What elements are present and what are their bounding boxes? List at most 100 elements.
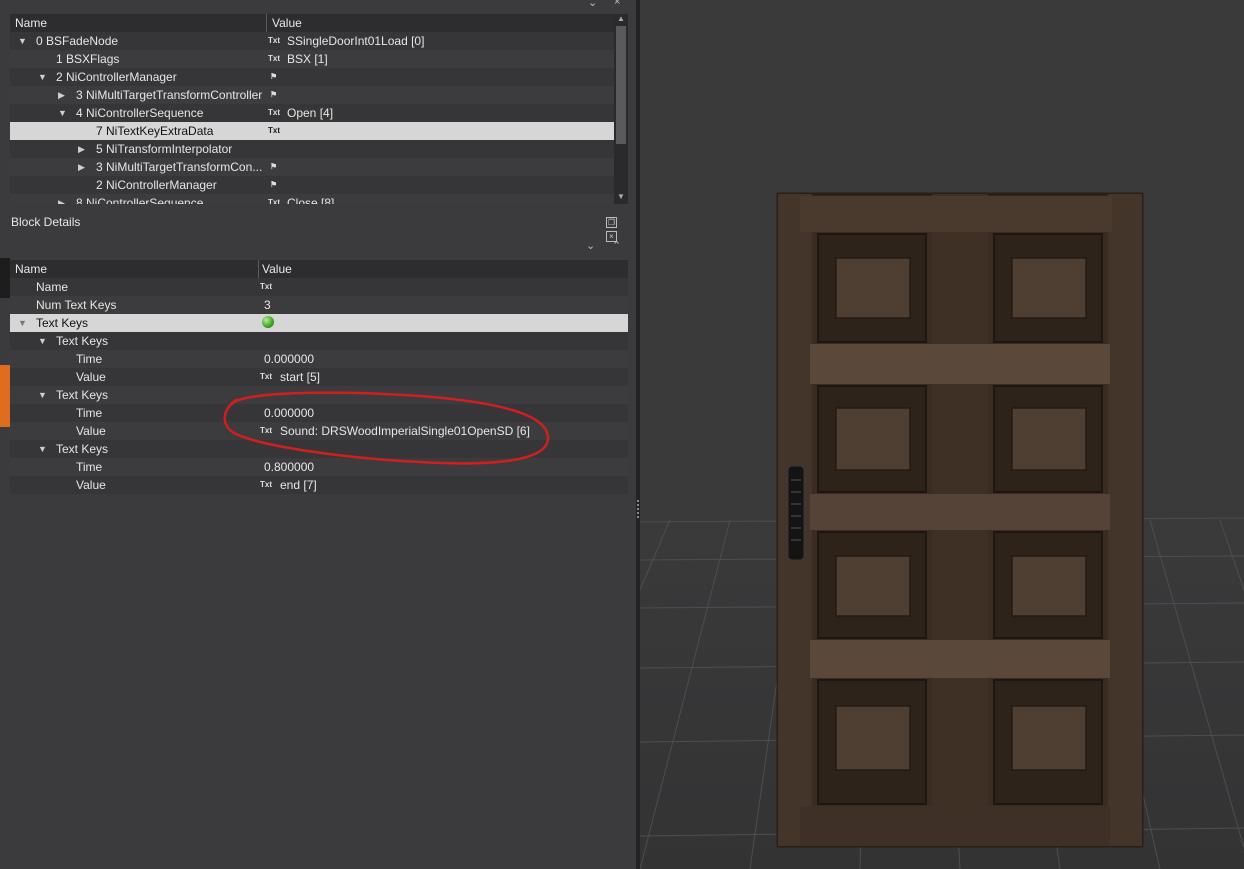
tree-row-value: Open [4] — [287, 106, 334, 120]
text-icon: Txt — [268, 108, 280, 117]
detail-row[interactable]: Value Txt end [7] — [10, 476, 628, 494]
detail-row[interactable]: Value Txt Sound: DRSWoodImperialSingle01… — [10, 422, 628, 440]
column-separator[interactable] — [266, 14, 267, 32]
door-model[interactable] — [776, 192, 1144, 848]
detail-value[interactable]: 0.000000 — [264, 404, 314, 422]
collapse-arrow-icon[interactable]: ▶ — [78, 140, 85, 158]
tree-row-value: SSingleDoorInt01Load [0] — [287, 34, 425, 48]
expand-arrow-icon[interactable]: ▼ — [18, 32, 27, 50]
detail-row[interactable]: ▼ Text Keys — [10, 386, 628, 404]
detail-value[interactable]: start [5] — [280, 368, 320, 386]
tree-header-name[interactable]: Name — [15, 16, 47, 30]
detail-label: Time — [76, 352, 103, 366]
detail-row[interactable]: Value Txt start [5] — [10, 368, 628, 386]
tree-row-label: 7 NiTextKeyExtraData — [96, 124, 214, 138]
text-icon: Txt — [260, 372, 272, 381]
dock-controls: ❐× — [606, 214, 630, 242]
collapse-arrow-icon[interactable]: ▶ — [78, 158, 85, 176]
chevron-down-icon[interactable]: ⌄ — [588, 0, 597, 9]
detail-row-selected[interactable]: ▼ Text Keys — [10, 314, 628, 332]
detail-value[interactable]: Sound: DRSWoodImperialSingle01OpenSD [6] — [280, 422, 530, 440]
detail-label: Value — [76, 424, 106, 438]
block-details-title: Block Details — [11, 215, 81, 229]
block-details-table: Name Txt Num Text Keys 3 ▼ Text Keys ▼ T… — [10, 278, 628, 494]
tree-row-selected[interactable]: 7 NiTextKeyExtraData Txt — [10, 122, 614, 140]
flag-icon: ⚑ — [270, 90, 278, 99]
edge-accent — [0, 365, 10, 427]
tree-row[interactable]: ▼ 0 BSFadeNode Txt SSingleDoorInt01Load … — [10, 32, 614, 50]
detail-row[interactable]: Name Txt — [10, 278, 628, 296]
tree-header: Name Value — [10, 14, 614, 33]
tree-row-label: 3 NiMultiTargetTransformController — [76, 88, 263, 102]
detail-value[interactable]: 3 — [264, 296, 271, 314]
detail-row[interactable]: ▼ Text Keys — [10, 332, 628, 350]
tree-row-label: 2 NiControllerManager — [96, 178, 217, 192]
detail-value[interactable]: end [7] — [280, 476, 317, 494]
detail-label: Text Keys — [36, 316, 89, 330]
tree-header-value[interactable]: Value — [272, 16, 302, 30]
expand-arrow-icon[interactable]: ▼ — [38, 440, 47, 458]
collapse-arrow-icon[interactable]: ▶ — [58, 194, 65, 204]
tree-row-value: BSX [1] — [287, 52, 328, 66]
close-icon[interactable]: × — [614, 0, 620, 8]
expand-arrow-icon[interactable]: ▼ — [38, 386, 47, 404]
tree-row[interactable]: ▶ 5 NiTransformInterpolator — [10, 140, 614, 158]
text-icon: Txt — [268, 54, 280, 63]
tree-row-label: 2 NiControllerManager — [56, 70, 177, 84]
tree-row[interactable]: ▶ 3 NiMultiTargetTransformController ⚑ — [10, 86, 614, 104]
details-header-name[interactable]: Name — [15, 262, 47, 276]
flag-icon: ⚑ — [270, 72, 278, 81]
detail-row[interactable]: Time 0.000000 — [10, 404, 628, 422]
tree-row[interactable]: 2 NiControllerManager ⚑ — [10, 176, 614, 194]
block-tree: ▼ 0 BSFadeNode Txt SSingleDoorInt01Load … — [10, 32, 614, 204]
detail-row[interactable]: Time 0.000000 — [10, 350, 628, 368]
detail-row[interactable]: ▼ Text Keys — [10, 440, 628, 458]
tree-row[interactable]: ▼ 4 NiControllerSequence Txt Open [4] — [10, 104, 614, 122]
tree-row[interactable]: ▶ 3 NiMultiTargetTransformCon... ⚑ — [10, 158, 614, 176]
expand-arrow-icon[interactable]: ▼ — [38, 68, 47, 86]
detail-label: Text Keys — [56, 442, 109, 456]
window-controls: ⌄ × — [580, 0, 630, 9]
tree-row-label: 1 BSXFlags — [56, 52, 120, 66]
expand-arrow-icon[interactable]: ▼ — [58, 104, 67, 122]
text-icon: Txt — [260, 480, 272, 489]
float-icon[interactable]: ❐ — [606, 217, 617, 228]
viewport-scene — [640, 192, 1244, 869]
detail-label: Name — [36, 280, 69, 294]
text-icon: Txt — [268, 36, 280, 45]
detail-row[interactable]: Num Text Keys 3 — [10, 296, 628, 314]
text-icon: Txt — [260, 282, 272, 291]
details-header-value[interactable]: Value — [262, 262, 292, 276]
splitter-grip[interactable] — [637, 500, 639, 518]
nif-editor-pane: ⌄ × Name Value ▼ 0 BSFadeNode Txt SSingl… — [0, 0, 636, 869]
text-icon: Txt — [268, 126, 280, 135]
detail-label: Text Keys — [56, 334, 109, 348]
detail-value[interactable]: 0.800000 — [264, 458, 314, 476]
details-header: Name Value — [10, 260, 628, 279]
tree-row-label: 8 NiControllerSequence — [76, 196, 204, 204]
3d-viewport[interactable] — [640, 0, 1244, 869]
detail-label: Value — [76, 370, 106, 384]
detail-value[interactable]: 0.000000 — [264, 350, 314, 368]
scroll-up-icon[interactable]: ▲ — [616, 14, 626, 24]
scrollbar-thumb[interactable] — [616, 26, 626, 144]
text-icon: Txt — [268, 198, 280, 204]
tree-row[interactable]: 1 BSXFlags Txt BSX [1] — [10, 50, 614, 68]
tree-scrollbar[interactable]: ▲ ▼ — [614, 14, 628, 204]
expand-all-icon[interactable]: ⌄ — [586, 239, 595, 252]
detail-row[interactable]: Time 0.800000 — [10, 458, 628, 476]
detail-label: Num Text Keys — [36, 298, 117, 312]
tree-row[interactable]: ▼ 2 NiControllerManager ⚑ — [10, 68, 614, 86]
tree-row-label: 4 NiControllerSequence — [76, 106, 204, 120]
collapse-arrow-icon[interactable]: ▶ — [58, 86, 65, 104]
flag-icon: ⚑ — [270, 162, 278, 171]
column-separator[interactable] — [258, 260, 259, 278]
tree-row[interactable]: ▶ 8 NiControllerSequence Txt Close [8] — [10, 194, 614, 204]
scroll-down-icon[interactable]: ▼ — [616, 192, 626, 202]
expand-arrow-icon[interactable]: ▼ — [18, 314, 27, 332]
array-icon — [262, 316, 274, 328]
tree-row-label: 0 BSFadeNode — [36, 34, 119, 48]
collapse-all-icon[interactable]: ⌃ — [612, 239, 621, 252]
expand-arrow-icon[interactable]: ▼ — [38, 332, 47, 350]
tree-row-value: Close [8] — [287, 196, 335, 204]
